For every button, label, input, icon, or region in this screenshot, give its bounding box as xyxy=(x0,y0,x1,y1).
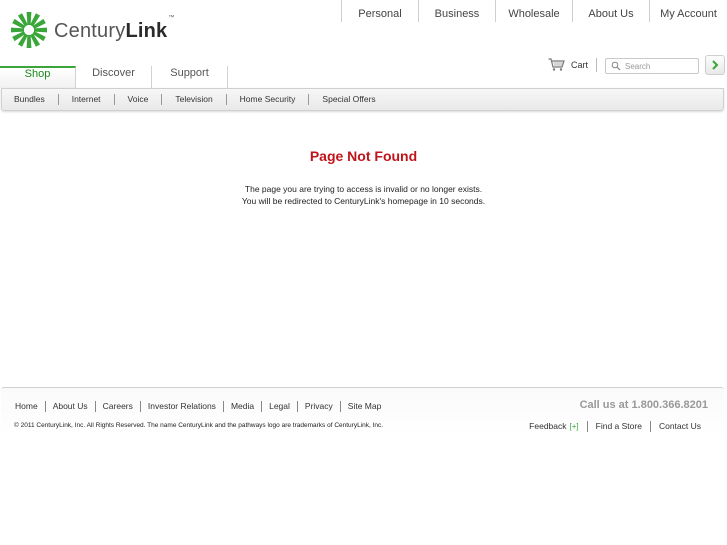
logo-trademark: ™ xyxy=(168,14,175,21)
footer-link-careers[interactable]: Careers xyxy=(94,401,140,412)
copyright-text: © 2011 CenturyLink, Inc. All Rights Rese… xyxy=(14,422,384,429)
footer-links: Home About Us Careers Investor Relations… xyxy=(10,401,388,412)
cart-icon xyxy=(548,58,565,71)
top-nav-my-account[interactable]: My Account xyxy=(649,0,727,22)
footer-link-legal[interactable]: Legal xyxy=(261,401,297,412)
error-message: The page you are trying to access is inv… xyxy=(0,183,727,207)
subnav-bundles[interactable]: Bundles xyxy=(2,94,58,105)
cart-link[interactable]: Cart xyxy=(548,58,588,71)
footer-link-media[interactable]: Media xyxy=(222,401,261,412)
tab-shop[interactable]: Shop xyxy=(0,66,76,88)
tab-support[interactable]: Support xyxy=(152,66,228,88)
cart-label: Cart xyxy=(571,59,589,70)
subnav-internet[interactable]: Internet xyxy=(57,94,114,105)
footer-link-investor-relations[interactable]: Investor Relations xyxy=(139,401,223,412)
call-us-phone: Call us at 1.800.366.8201 xyxy=(579,399,708,411)
subnav-voice[interactable]: Voice xyxy=(113,94,162,105)
search-box[interactable] xyxy=(605,58,699,74)
page-title: Page Not Found xyxy=(309,148,418,164)
subnav-special-offers[interactable]: Special Offers xyxy=(308,94,388,105)
header-divider xyxy=(596,58,597,72)
error-message-line-2: You will be redirected to CenturyLink's … xyxy=(241,196,486,206)
feedback-plus-icon: [+] xyxy=(569,422,579,431)
chevron-right-icon xyxy=(712,60,719,70)
top-nav-wholesale[interactable]: Wholesale xyxy=(495,0,572,22)
top-nav: Personal Business Wholesale About Us My … xyxy=(341,0,727,22)
logo-wordmark: CenturyLink™ xyxy=(54,15,175,43)
search-icon xyxy=(611,61,621,71)
find-a-store-link[interactable]: Find a Store xyxy=(586,421,650,432)
footer-link-about-us[interactable]: About Us xyxy=(44,401,95,412)
feedback-label: Feedback xyxy=(529,421,567,431)
tab-discover[interactable]: Discover xyxy=(76,66,152,88)
sub-nav: Bundles Internet Voice Television Home S… xyxy=(1,88,724,111)
search-go-button[interactable] xyxy=(705,55,725,75)
contact-us-link[interactable]: Contact Us xyxy=(649,421,709,432)
feedback-link[interactable]: Feedback [+] xyxy=(521,421,586,432)
error-message-line-1: The page you are trying to access is inv… xyxy=(244,184,483,194)
logo-wordmark-bold: Link xyxy=(125,19,168,42)
top-nav-business[interactable]: Business xyxy=(418,0,495,22)
top-nav-about-us[interactable]: About Us xyxy=(572,0,649,22)
footer-link-privacy[interactable]: Privacy xyxy=(296,401,340,412)
footer-link-home[interactable]: Home xyxy=(10,401,45,412)
main-tabs: Shop Discover Support xyxy=(0,66,228,88)
top-nav-personal[interactable]: Personal xyxy=(341,0,418,22)
footer: Home About Us Careers Investor Relations… xyxy=(1,387,724,437)
footer-link-site-map[interactable]: Site Map xyxy=(339,401,389,412)
footer-utility-links: Feedback [+] Find a Store Contact Us xyxy=(521,421,709,432)
subnav-home-security[interactable]: Home Security xyxy=(225,94,309,105)
search-input[interactable] xyxy=(625,61,697,71)
centurylink-logo[interactable]: CenturyLink™ xyxy=(10,11,175,49)
logo-wordmark-light: Century xyxy=(54,19,126,42)
pathways-logo-icon xyxy=(11,12,47,48)
subnav-television[interactable]: Television xyxy=(161,94,225,105)
